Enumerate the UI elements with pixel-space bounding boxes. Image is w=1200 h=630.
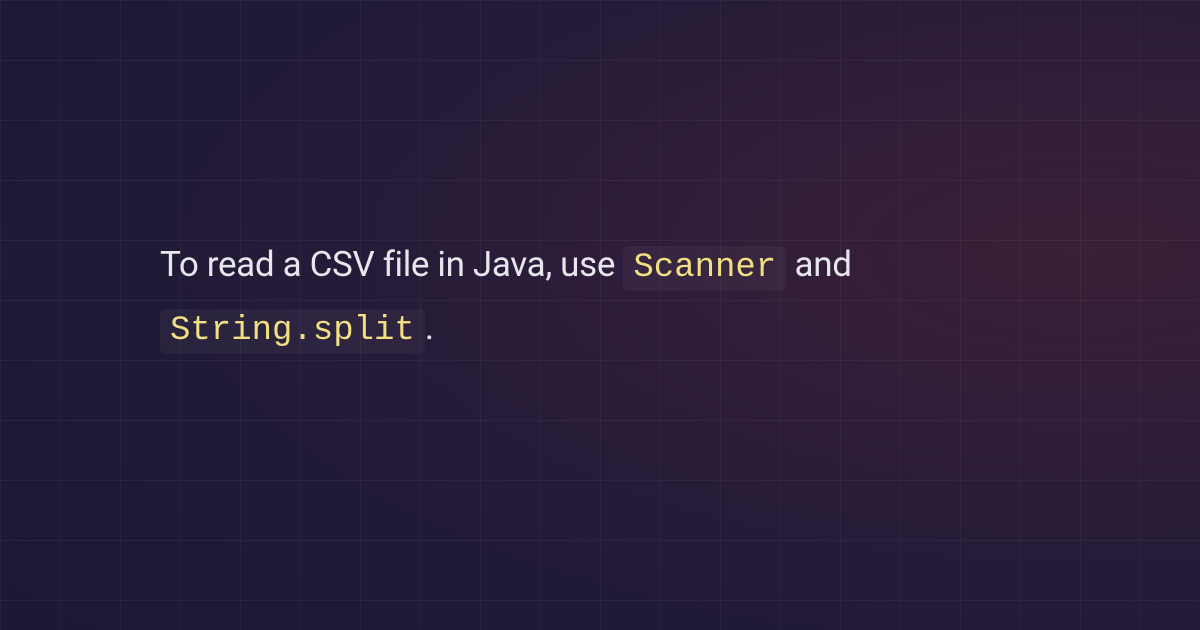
text-part-2: and bbox=[786, 244, 851, 285]
text-part-1: To read a CSV file in Java, use bbox=[160, 244, 623, 285]
code-token-scanner: Scanner bbox=[623, 246, 786, 291]
code-token-string-split: String.split bbox=[160, 309, 425, 354]
text-part-3: . bbox=[425, 307, 434, 348]
main-text: To read a CSV file in Java, use Scanner … bbox=[160, 235, 1060, 361]
